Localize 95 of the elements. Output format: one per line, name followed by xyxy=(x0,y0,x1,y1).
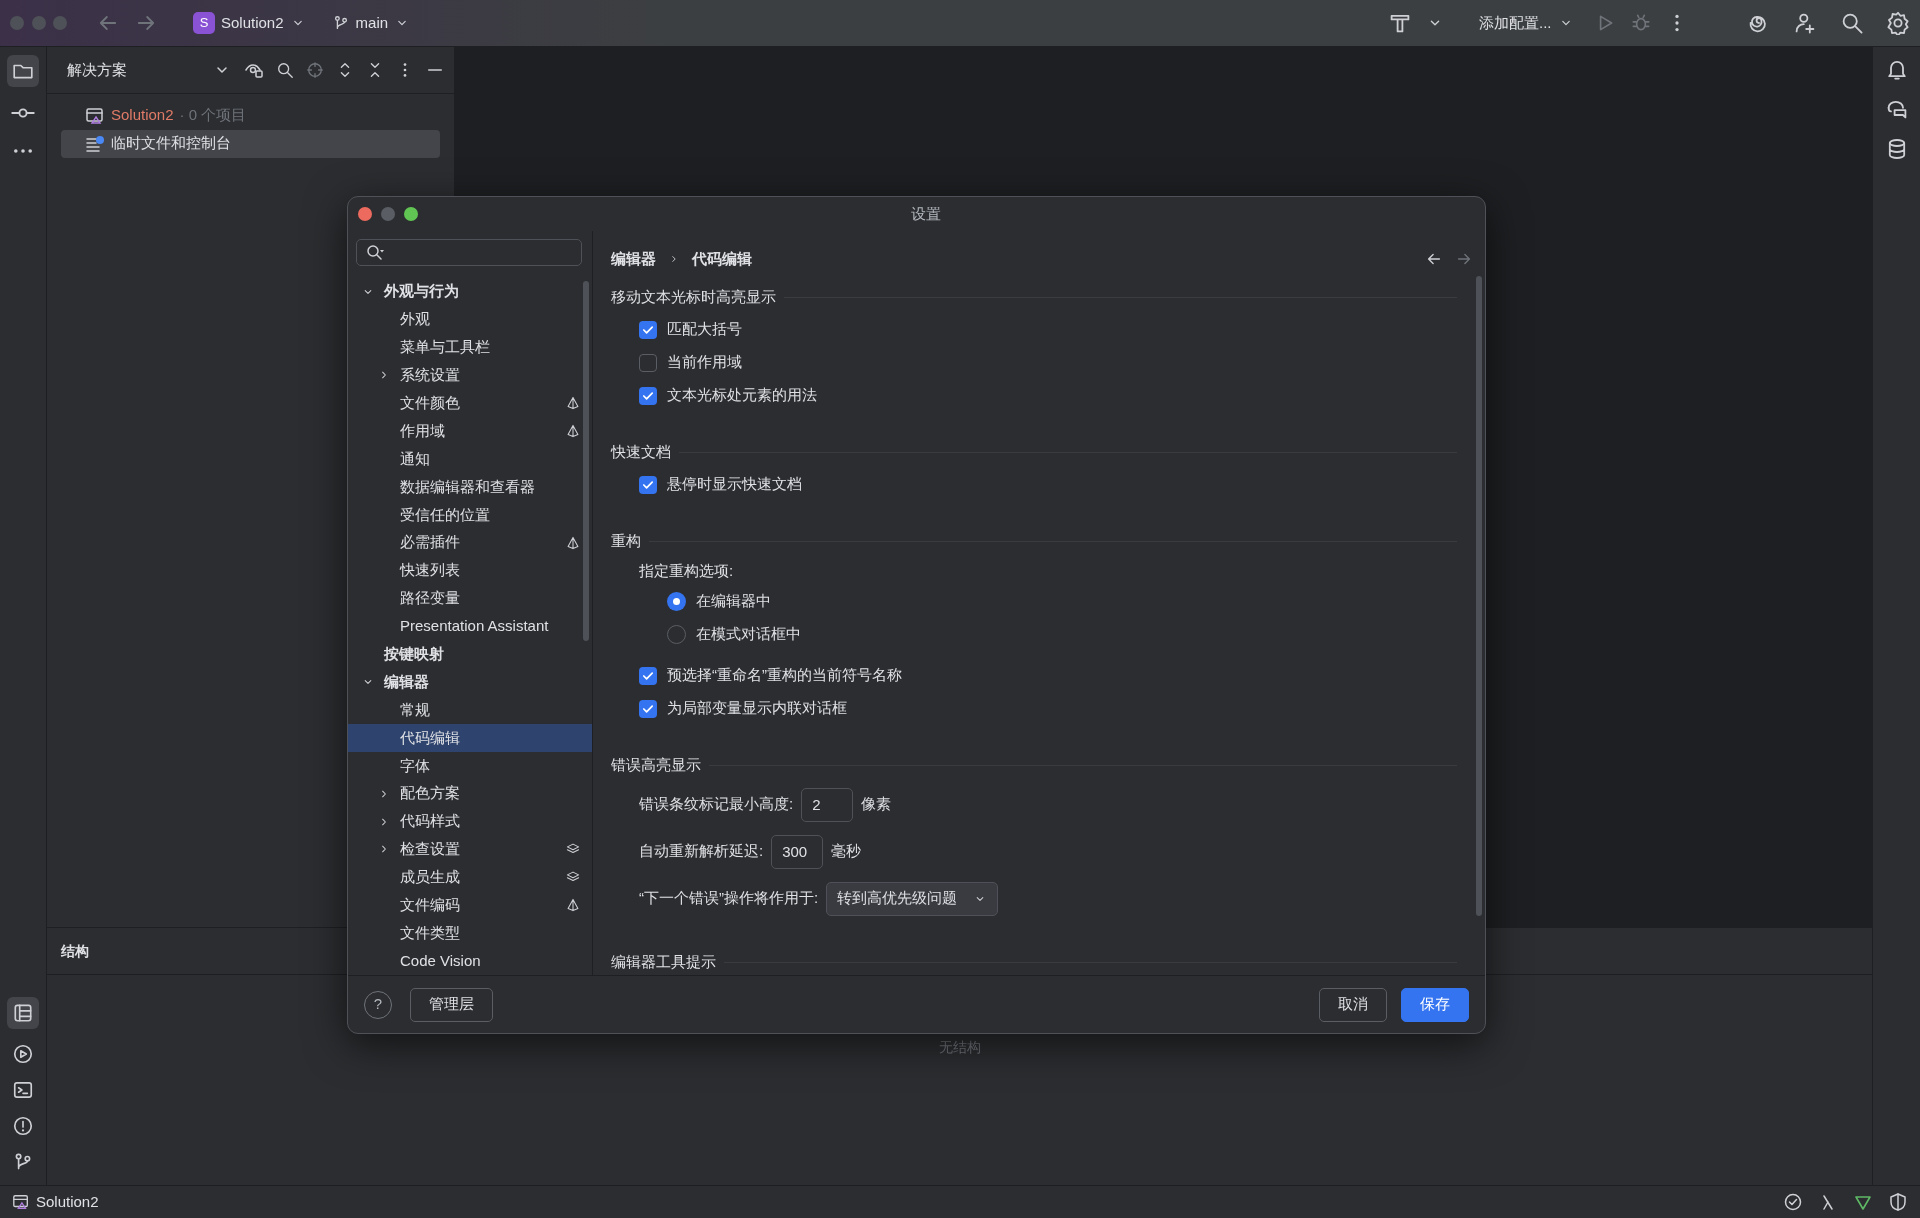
radio-label: 在模式对话框中 xyxy=(696,624,801,645)
breadcrumb-item: 代码编辑 xyxy=(692,248,752,269)
settings-nav-item[interactable]: 受信任的位置 xyxy=(348,500,592,529)
settings-nav-item[interactable]: 常规 xyxy=(348,696,592,724)
manage-layers-button[interactable]: 管理层 xyxy=(410,987,493,1022)
structure-icon xyxy=(12,1002,34,1024)
ide-scope-icon xyxy=(566,396,580,411)
number-field[interactable]: 2 xyxy=(801,787,854,822)
settings-nav-item[interactable]: Presentation Assistant xyxy=(348,612,592,641)
tree-label: 临时文件和控制台 xyxy=(111,133,231,154)
section-title: 快速文档 xyxy=(611,441,671,462)
unit-label: 毫秒 xyxy=(831,841,862,862)
settings-nav-item[interactable]: 检查设置 xyxy=(348,835,592,864)
solution-icon xyxy=(12,1193,30,1211)
settings-nav-item[interactable]: 作用域 xyxy=(348,417,592,446)
settings-nav-item[interactable]: 快速列表 xyxy=(348,556,592,585)
settings-nav-item[interactable]: 字体 xyxy=(348,751,592,780)
field-label: 错误条纹标记最小高度: xyxy=(639,794,794,815)
checkbox-label: 匹配大括号 xyxy=(667,319,742,340)
run-config-selector[interactable]: 添加配置... xyxy=(1473,7,1580,39)
settings-nav-item[interactable]: 文件颜色 xyxy=(348,389,592,418)
ide-scope-icon xyxy=(566,898,580,913)
close-button[interactable] xyxy=(358,207,372,221)
settings-nav-item[interactable]: 代码样式 xyxy=(348,807,592,836)
cancel-button[interactable]: 取消 xyxy=(1319,987,1387,1022)
structure-tool-button[interactable] xyxy=(7,997,39,1029)
settings-nav-item[interactable]: 系统设置 xyxy=(348,361,592,390)
checkbox[interactable] xyxy=(639,386,657,405)
checkbox-label: 文本光标处元素的用法 xyxy=(667,385,817,406)
search-icon xyxy=(365,242,385,263)
checkbox-label: 为局部变量显示内联对话框 xyxy=(667,698,847,719)
save-button[interactable]: 保存 xyxy=(1401,987,1469,1022)
tree-label: Solution2 xyxy=(111,105,174,126)
number-field[interactable]: 300 xyxy=(771,834,824,869)
search-icon[interactable] xyxy=(276,61,294,79)
settings-nav-item[interactable]: 必需插件 xyxy=(348,528,592,557)
radio-button[interactable] xyxy=(667,592,686,611)
settings-nav-item[interactable]: 菜单与工具栏 xyxy=(348,333,592,362)
checkbox[interactable] xyxy=(639,475,657,494)
field-label: “下一个错误”操作将作用于: xyxy=(639,888,819,909)
radio-label: 在编辑器中 xyxy=(696,591,771,612)
check-icon[interactable] xyxy=(1783,1192,1803,1212)
ide-scope-icon xyxy=(566,424,580,439)
problems-icon[interactable] xyxy=(12,1115,34,1137)
checkbox[interactable] xyxy=(639,353,657,372)
search-field[interactable] xyxy=(356,239,582,266)
run-panel-icon[interactable] xyxy=(12,1043,34,1065)
list-icon xyxy=(85,133,105,154)
section-title: 重构 xyxy=(611,530,641,551)
option-label: 指定重构选项: xyxy=(639,560,734,581)
shield-icon[interactable] xyxy=(1888,1192,1908,1212)
panel-title: 结构 xyxy=(61,941,89,961)
settings-nav-item[interactable]: 配色方案 xyxy=(348,779,592,808)
tree-item[interactable]: 临时文件和控制台 xyxy=(61,129,440,158)
settings-nav-item[interactable]: 文件编码 xyxy=(348,891,592,920)
settings-nav-item[interactable]: Code Vision xyxy=(348,947,592,975)
checkbox-label: 预选择“重命名”重构的当前符号名称 xyxy=(667,665,902,686)
settings-nav-item[interactable]: 数据编辑器和查看器 xyxy=(348,472,592,501)
folder-tool-button[interactable] xyxy=(7,55,39,87)
field-label: 自动重新解析延迟: xyxy=(639,841,764,862)
settings-nav-item[interactable]: 文件类型 xyxy=(348,919,592,948)
checkbox[interactable] xyxy=(639,320,657,339)
add-user-icon[interactable] xyxy=(1793,11,1817,35)
settings-nav-item[interactable]: 通知 xyxy=(348,445,592,473)
settings-nav-item[interactable]: 外观 xyxy=(348,305,592,334)
branch-selector[interactable]: main xyxy=(325,7,417,39)
ide-scope-icon xyxy=(566,535,580,550)
project-avatar: S xyxy=(193,12,215,34)
settings-nav-item[interactable]: 路径变量 xyxy=(348,584,592,613)
dialog-title: 设置 xyxy=(910,203,942,224)
zoom-button[interactable] xyxy=(404,207,418,221)
unit-label: 像素 xyxy=(861,794,892,815)
status-project[interactable]: Solution2 xyxy=(36,1190,99,1214)
checkbox-label: 悬停时显示快速文档 xyxy=(667,474,802,495)
target-icon[interactable] xyxy=(306,61,324,79)
terminal-icon[interactable] xyxy=(12,1079,34,1101)
settings-nav-item[interactable]: 成员生成 xyxy=(348,863,592,892)
settings-icon[interactable] xyxy=(1886,11,1910,35)
settings-nav-item[interactable]: 按键映射 xyxy=(348,640,592,669)
settings-nav-item[interactable]: 外观与行为 xyxy=(348,277,592,306)
settings-nav-item[interactable]: 编辑器 xyxy=(348,668,592,697)
section-title: 编辑器工具提示 xyxy=(611,951,716,972)
project-selector[interactable]: S Solution2 xyxy=(187,7,312,39)
section-title: 移动文本光标时高亮显示 xyxy=(611,286,776,307)
dropdown[interactable]: 转到高优先级问题 xyxy=(826,881,999,916)
item-count: · 0 个项目 xyxy=(179,105,247,126)
checkbox[interactable] xyxy=(639,699,657,718)
solution-icon xyxy=(85,105,105,126)
tree-item[interactable]: Solution2 · 0 个项目 xyxy=(61,101,440,130)
breadcrumb-item[interactable]: 编辑器 xyxy=(611,247,656,271)
checkbox[interactable] xyxy=(639,666,657,685)
panel-title-tab[interactable]: 解决方案 xyxy=(61,54,133,86)
settings-nav-item[interactable]: 代码编辑 xyxy=(348,724,592,752)
checkbox-label: 当前作用域 xyxy=(667,352,742,373)
section-title: 错误高亮显示 xyxy=(611,754,701,775)
